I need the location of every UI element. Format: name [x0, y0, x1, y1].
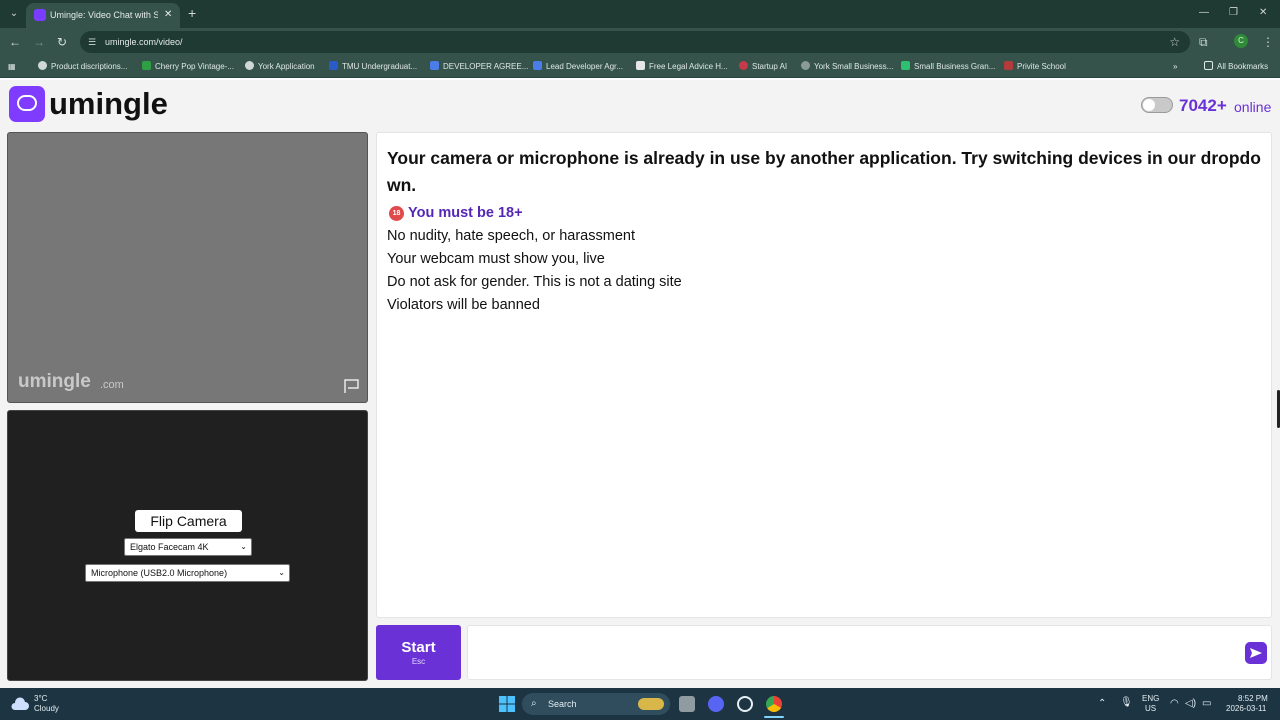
microphone-select-value: Microphone (USB2.0 Microphone) [91, 568, 228, 578]
profile-avatar[interactable]: C [1234, 34, 1248, 48]
umingle-favicon-icon [34, 9, 46, 21]
online-count: 7042+ [1179, 96, 1227, 115]
apps-grid-icon[interactable]: ▦ [8, 60, 16, 74]
input-region[interactable]: US [1145, 704, 1156, 714]
tab-title: Umingle: Video Chat with Strangers [50, 10, 158, 20]
bookmark-item[interactable]: Lead Developer Agr... [533, 60, 623, 74]
clock-app-icon[interactable] [737, 696, 753, 712]
taskbar-search[interactable]: ⌕ Search [522, 693, 670, 715]
start-button[interactable]: Start Esc [376, 625, 461, 680]
chevron-down-icon: ⌄ [278, 568, 285, 577]
volume-icon[interactable]: ◁) [1185, 699, 1196, 709]
site-info-icon[interactable]: ☰ [88, 35, 96, 49]
bookmark-item[interactable]: Free Legal Advice H... [636, 60, 728, 74]
cloud-weather-icon[interactable] [11, 697, 29, 711]
minimize-window-icon[interactable]: — [1199, 6, 1209, 20]
age-restriction-icon: 18 [389, 206, 404, 221]
start-button-label: Start [401, 639, 436, 656]
weather-temperature[interactable]: 3°C [34, 694, 47, 704]
bookmark-item[interactable]: Small Business Gran... [901, 60, 995, 74]
wifi-icon[interactable]: ◠ [1170, 699, 1179, 709]
input-language[interactable]: ENG [1142, 694, 1159, 704]
bookmark-item[interactable]: York Application [245, 60, 315, 74]
online-label: online [1234, 99, 1272, 115]
more-bookmarks-chevron-icon[interactable]: » [1173, 60, 1177, 74]
chevron-down-icon: ⌄ [240, 542, 247, 551]
extensions-puzzle-icon[interactable]: ⧉ [1199, 34, 1208, 50]
microphone-select[interactable]: Microphone (USB2.0 Microphone) ⌄ [85, 564, 290, 582]
active-app-indicator [764, 716, 784, 718]
bookmark-item[interactable]: Privite School [1004, 60, 1066, 74]
camera-select[interactable]: Elgato Facecam 4K ⌄ [124, 538, 252, 556]
bookmark-star-icon[interactable]: ☆ [1169, 34, 1180, 50]
browser-menu-icon[interactable]: ⋮ [1262, 34, 1274, 50]
toggle-knob [1143, 99, 1155, 111]
message-input[interactable] [467, 625, 1272, 680]
all-bookmarks-folder[interactable]: All Bookmarks [1204, 60, 1268, 74]
bookmark-item[interactable]: Cherry Pop Vintage-... [142, 60, 234, 74]
rule-item: No nudity, hate speech, or harassment [387, 228, 635, 244]
rule-item: Violators will be banned [387, 297, 540, 313]
close-window-icon[interactable]: ✕ [1259, 6, 1267, 20]
windows-start-icon[interactable] [499, 696, 515, 712]
bookmark-item[interactable]: TMU Undergraduat... [329, 60, 417, 74]
rule-item: Do not ask for gender. This is not a dat… [387, 274, 682, 290]
search-icon: ⌕ [531, 698, 537, 709]
discord-icon[interactable] [708, 696, 724, 712]
start-shortcut-hint: Esc [411, 657, 426, 666]
chat-bubble-icon [17, 95, 37, 111]
battery-icon[interactable]: ▭ [1202, 699, 1211, 709]
back-arrow-icon[interactable]: ← [9, 34, 21, 50]
clock-time[interactable]: 8:52 PM [1238, 694, 1268, 704]
bookmark-item[interactable]: Startup AI [739, 60, 787, 74]
chrome-icon[interactable] [766, 696, 782, 712]
send-icon[interactable] [1245, 642, 1267, 664]
forward-arrow-icon[interactable]: → [33, 34, 45, 50]
file-explorer-icon[interactable] [679, 696, 695, 712]
weather-condition[interactable]: Cloudy [34, 704, 59, 714]
camera-select-value: Elgato Facecam 4K [130, 542, 209, 552]
device-error-message: Your camera or microphone is already in … [387, 148, 1261, 195]
browser-tab-active[interactable]: Umingle: Video Chat with Strangers ✕ [26, 3, 180, 28]
report-flag-icon[interactable] [343, 378, 361, 394]
umingle-logo-icon[interactable] [9, 86, 45, 122]
tab-close-icon[interactable]: ✕ [164, 8, 172, 22]
self-video-panel: Flip Camera Elgato Facecam 4K ⌄ Microphon… [7, 410, 368, 681]
restore-window-icon[interactable]: ❐ [1229, 6, 1238, 20]
site-logo-text[interactable]: umingle [49, 84, 168, 124]
new-tab-button[interactable]: + [188, 5, 196, 21]
taskbar-search-label: Search [548, 699, 577, 709]
rule-item: Your webcam must show you, live [387, 251, 605, 267]
theme-toggle[interactable] [1141, 97, 1173, 113]
browser-toolbar: ← → ↻ ☰ umingle.com/video/ ☆ ⧉ ⋮ [0, 28, 1280, 56]
microphone-icon[interactable]: 🎙 [1120, 698, 1133, 708]
search-highlight-icon [638, 698, 664, 710]
bookmark-item[interactable]: Product discriptions... [38, 60, 127, 74]
bookmarks-bar: ▦ Product discriptions... Cherry Pop Vin… [0, 56, 1280, 78]
os-taskbar: 3°C Cloudy ⌕ Search ⌃ 🎙 ENG US ◠ ◁) ▭ 8:… [0, 688, 1280, 720]
tab-search-chevron-icon[interactable]: ⌄ [6, 6, 22, 22]
bookmark-item[interactable]: DEVELOPER AGREE... [430, 60, 528, 74]
bookmark-item[interactable]: York Small Business... [801, 60, 893, 74]
flip-camera-button[interactable]: Flip Camera [135, 510, 242, 532]
age-notice: You must be 18+ [408, 205, 523, 221]
address-bar[interactable]: ☰ umingle.com/video/ ☆ [80, 31, 1190, 53]
watermark-domain: .com [100, 379, 124, 391]
chat-log: Your camera or microphone is already in … [376, 132, 1272, 618]
tray-overflow-chevron-icon[interactable]: ⌃ [1098, 699, 1106, 709]
reload-icon[interactable]: ↻ [57, 34, 67, 50]
watermark-logo: umingle [18, 371, 91, 392]
clock-date[interactable]: 2026-03-11 [1226, 704, 1266, 714]
browser-tab-strip: ⌄ Umingle: Video Chat with Strangers ✕ +… [0, 0, 1280, 28]
address-url[interactable]: umingle.com/video/ [105, 35, 183, 49]
stranger-video-panel: umingle .com [7, 132, 368, 403]
